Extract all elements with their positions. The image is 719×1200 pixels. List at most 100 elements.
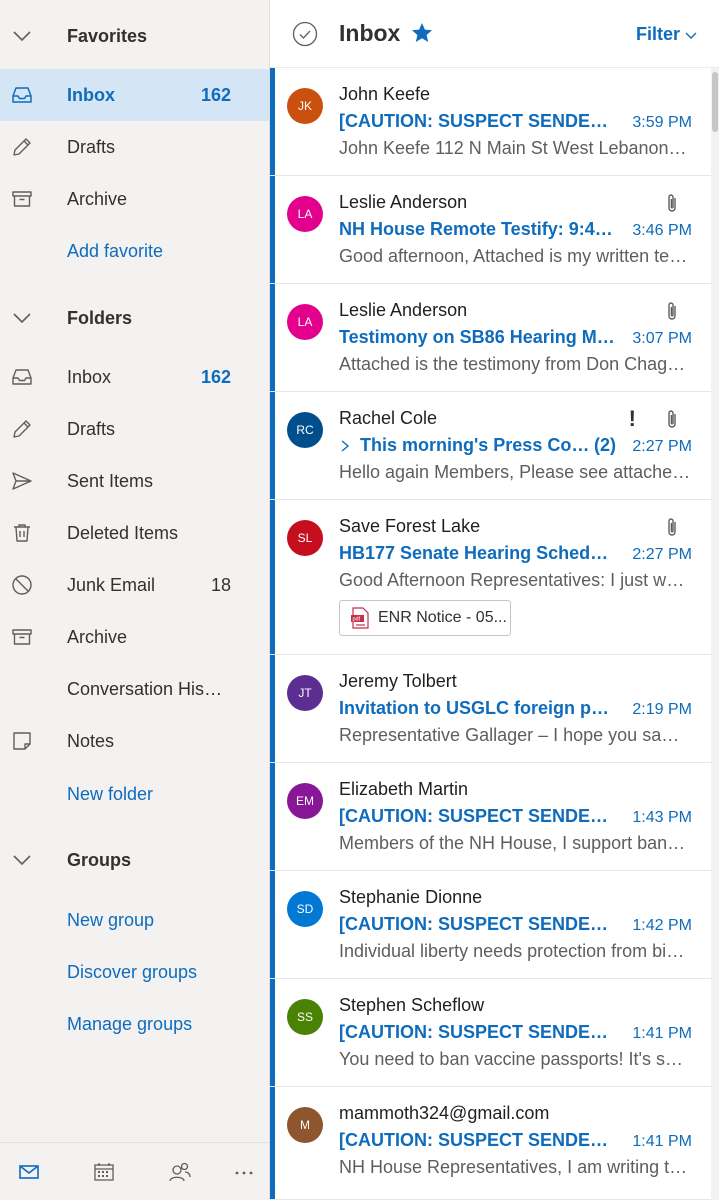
- archive-icon: [10, 187, 34, 211]
- avatar: SD: [287, 891, 323, 927]
- unread-indicator: [270, 655, 275, 762]
- sender-name: Leslie Anderson: [339, 300, 468, 320]
- received-time: 3:46 PM: [632, 222, 692, 239]
- chevron-down-icon[interactable]: [10, 306, 34, 330]
- unread-indicator: [270, 176, 275, 283]
- unread-count: 162: [200, 84, 231, 105]
- message-row[interactable]: JK John Keefe [CAUTION: SUSPECT SENDER] …: [270, 68, 712, 176]
- preview-text: Individual liberty needs protection from…: [339, 941, 691, 961]
- received-time: 2:27 PM: [632, 546, 692, 563]
- message-row[interactable]: EM Elizabeth Martin [CAUTION: SUSPECT SE…: [270, 763, 712, 871]
- favorites-section-header[interactable]: Favorites: [0, 10, 269, 62]
- trash-icon: [10, 521, 34, 545]
- discover-groups-link[interactable]: Discover groups: [0, 946, 269, 998]
- unread-count: 18: [210, 574, 231, 595]
- scroll-thumb[interactable]: [712, 72, 718, 132]
- preview-text: Members of the NH House, I support banni…: [339, 833, 691, 853]
- avatar: M: [287, 1107, 323, 1143]
- groups-section-header[interactable]: Groups: [0, 834, 269, 886]
- subject: [CAUTION: SUSPECT SENDER] Ban vaccine pa…: [339, 806, 619, 826]
- send-icon: [10, 469, 34, 493]
- mail-icon[interactable]: [16, 1160, 42, 1184]
- select-all-checkbox-icon[interactable]: [292, 21, 318, 47]
- message-list-scrollbar[interactable]: [711, 68, 719, 1200]
- sender-name: John Keefe: [339, 84, 431, 104]
- paperclip-icon: [668, 302, 676, 320]
- avatar: EM: [287, 783, 323, 819]
- groups-label: Groups: [67, 849, 132, 870]
- folder-item-inbox[interactable]: Inbox 162: [0, 351, 269, 403]
- message-row[interactable]: M mammoth324@gmail.com [CAUTION: SUSPECT…: [270, 1087, 712, 1200]
- calendar-icon[interactable]: [91, 1160, 117, 1184]
- folder-title: Inbox: [339, 20, 401, 46]
- filter-button[interactable]: Filter: [636, 24, 698, 45]
- subject: [CAUTION: SUSPECT SENDER] Re: Vaccine pa…: [339, 111, 619, 131]
- favorites-label: Favorites: [67, 25, 148, 46]
- new-folder-link[interactable]: New folder: [0, 768, 269, 820]
- folders-section-header[interactable]: Folders: [0, 292, 269, 344]
- filter-label: Filter: [635, 24, 680, 44]
- unread-indicator: [270, 763, 275, 870]
- pdf-file-icon: pdf: [351, 607, 369, 629]
- svg-text:pdf: pdf: [353, 617, 361, 623]
- folder-item-label: Junk Email: [67, 574, 156, 595]
- add-favorite-link[interactable]: Add favorite: [0, 225, 269, 277]
- received-time: 1:41 PM: [632, 1025, 692, 1042]
- folder-item-sent-items[interactable]: Sent Items: [0, 455, 269, 507]
- module-switcher: [0, 1142, 269, 1200]
- people-icon[interactable]: [167, 1160, 193, 1184]
- folder-item-archive[interactable]: Archive: [0, 611, 269, 663]
- favorites-item-inbox[interactable]: Inbox 162: [0, 69, 269, 121]
- manage-groups-link[interactable]: Manage groups: [0, 998, 269, 1050]
- message-row[interactable]: LA Leslie Anderson NH House Remote Testi…: [270, 176, 712, 284]
- favorites-item-archive[interactable]: Archive: [0, 173, 269, 225]
- chevron-down-icon[interactable]: [10, 848, 34, 872]
- sender-name: Leslie Anderson: [339, 192, 468, 212]
- avatar: JT: [287, 675, 323, 711]
- new-group-link[interactable]: New group: [0, 894, 269, 946]
- avatar: SS: [287, 999, 323, 1035]
- sender-name: Rachel Cole: [339, 408, 438, 428]
- folder-item-deleted-items[interactable]: Deleted Items: [0, 507, 269, 559]
- message-row[interactable]: JT Jeremy Tolbert Invitation to USGLC fo…: [270, 655, 712, 763]
- subject: This morning's Press Conference: [360, 435, 600, 455]
- folder-item-junk-email[interactable]: Junk Email 18: [0, 559, 269, 611]
- attachment-chip[interactable]: pdf ENR Notice - 05...: [339, 600, 511, 636]
- avatar: JK: [287, 88, 323, 124]
- message-list-header: Inbox Filter: [270, 0, 719, 68]
- favorites-item-drafts[interactable]: Drafts: [0, 121, 269, 173]
- message-row[interactable]: SL Save Forest Lake HB177 Senate Hearing…: [270, 500, 712, 655]
- chevron-right-icon[interactable]: [339, 439, 351, 453]
- sender-name: Stephen Scheflow: [339, 995, 485, 1015]
- blocked-icon: [10, 573, 34, 597]
- received-time: 1:41 PM: [632, 1133, 692, 1150]
- inbox-icon: [10, 83, 34, 107]
- folder-item-label: Inbox: [67, 366, 112, 387]
- message-row[interactable]: LA Leslie Anderson Testimony on SB86 Hea…: [270, 284, 712, 392]
- received-time: 1:42 PM: [632, 917, 692, 934]
- message-row[interactable]: SD Stephanie Dionne [CAUTION: SUSPECT SE…: [270, 871, 712, 979]
- message-row[interactable]: SS Stephen Scheflow [CAUTION: SUSPECT SE…: [270, 979, 712, 1087]
- chevron-down-icon: [685, 32, 697, 39]
- favorite-star-icon[interactable]: [410, 21, 434, 45]
- received-time: 2:19 PM: [632, 701, 692, 718]
- folder-item-drafts[interactable]: Drafts: [0, 403, 269, 455]
- sender-name: Save Forest Lake: [339, 516, 481, 536]
- chevron-down-icon[interactable]: [10, 24, 34, 48]
- folder-item-notes[interactable]: Notes: [0, 715, 269, 767]
- unread-indicator: [270, 871, 275, 978]
- avatar: LA: [287, 304, 323, 340]
- new-folder-label: New folder: [67, 783, 154, 804]
- folder-item-label: Sent Items: [67, 470, 154, 491]
- preview-text: Attached is the testimony from Don Chagn…: [339, 354, 691, 374]
- discover-groups-label: Discover groups: [67, 961, 198, 982]
- add-favorite-label: Add favorite: [67, 240, 164, 261]
- message-row[interactable]: RC Rachel Cole ! This morning's Press Co…: [270, 392, 712, 500]
- archive-icon: [10, 625, 34, 649]
- preview-text: NH House Representatives, I am writing t…: [339, 1157, 691, 1177]
- paperclip-icon: [668, 410, 676, 428]
- more-icon[interactable]: [231, 1160, 257, 1184]
- folder-item-conversation-history[interactable]: Conversation History: [0, 663, 269, 715]
- preview-text: Good afternoon, Attached is my written t…: [339, 246, 691, 266]
- received-time: 1:43 PM: [632, 809, 692, 826]
